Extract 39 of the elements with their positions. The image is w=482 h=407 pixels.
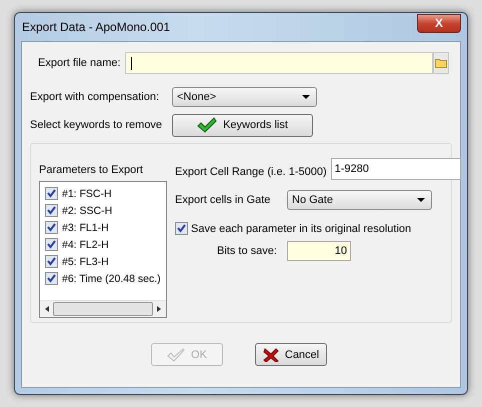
field-label: Export file name: bbox=[38, 57, 121, 69]
field-label: Select keywords to remove bbox=[30, 119, 164, 131]
list-label: Parameters to Export bbox=[39, 164, 144, 176]
field-label: Export Cell Range (i.e. 1-5000) bbox=[175, 166, 327, 178]
checkmark-icon bbox=[167, 348, 186, 362]
field-label: Bits to save: bbox=[217, 245, 278, 257]
checkbox[interactable] bbox=[175, 222, 188, 235]
cancel-button[interactable]: Cancel bbox=[255, 343, 327, 366]
checkbox-label: Save each parameter in its original resolution bbox=[191, 222, 412, 234]
parameter-item[interactable]: #1: FSC-H bbox=[45, 185, 166, 202]
checkbox[interactable] bbox=[45, 272, 58, 285]
scroll-left-icon[interactable] bbox=[45, 306, 49, 312]
file-name-field[interactable] bbox=[124, 52, 433, 74]
checkbox[interactable] bbox=[45, 221, 58, 234]
checkmark-icon bbox=[197, 117, 218, 133]
bits-field[interactable]: 10 bbox=[287, 241, 351, 261]
field-label: Export with compensation: bbox=[30, 91, 160, 103]
gate-dropdown[interactable]: No Gate bbox=[287, 190, 432, 210]
close-button[interactable]: X bbox=[417, 14, 461, 32]
keywords-list-button[interactable]: Keywords list bbox=[172, 114, 313, 136]
checkbox[interactable] bbox=[45, 204, 58, 217]
parameter-item[interactable]: #3: FL1-H bbox=[45, 219, 166, 236]
compensation-dropdown[interactable]: <None> bbox=[172, 87, 317, 107]
parameter-item[interactable]: #6: Time (20.48 sec.) bbox=[45, 270, 166, 287]
checkbox[interactable] bbox=[45, 255, 58, 268]
window-title: Export Data - ApoMono.001 bbox=[21, 20, 170, 34]
cell-range-field[interactable]: 1-9280 bbox=[330, 158, 461, 180]
dropdown-arrow-icon bbox=[302, 95, 310, 99]
parameter-item[interactable]: #2: SSC-H bbox=[45, 202, 166, 219]
dropdown-arrow-icon bbox=[417, 198, 425, 202]
checkbox[interactable] bbox=[45, 238, 58, 251]
horizontal-scrollbar[interactable] bbox=[40, 300, 166, 317]
cross-icon bbox=[262, 348, 279, 362]
checkbox[interactable] bbox=[45, 187, 58, 200]
field-label: Export cells in Gate bbox=[175, 194, 272, 206]
scroll-right-icon[interactable] bbox=[157, 306, 161, 312]
parameter-item[interactable]: #4: FL2-H bbox=[45, 236, 166, 253]
folder-icon bbox=[434, 58, 447, 68]
parameter-item[interactable]: #5: FL3-H bbox=[45, 253, 166, 270]
